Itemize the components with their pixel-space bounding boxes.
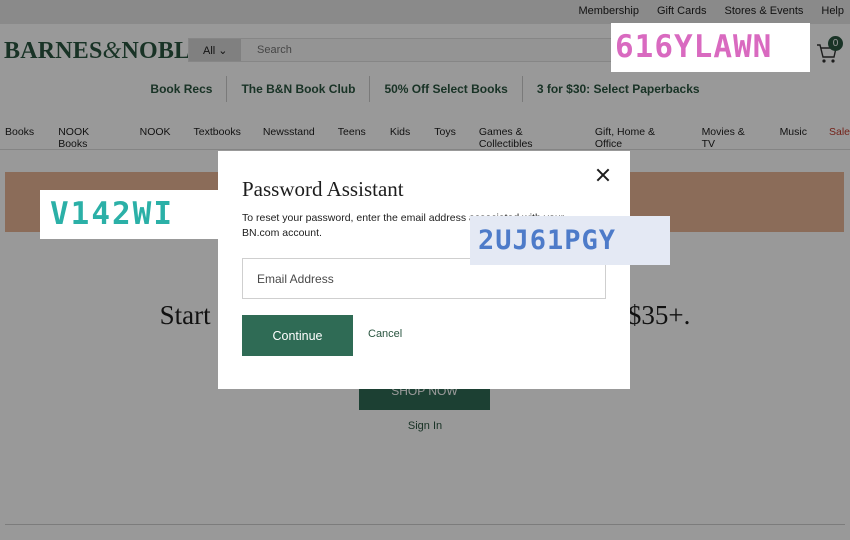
close-icon[interactable]: [594, 166, 612, 184]
captcha-image-top-right: 616YLAWN: [611, 23, 810, 72]
continue-button[interactable]: Continue: [242, 315, 353, 356]
dialog-title: Password Assistant: [242, 177, 404, 201]
cancel-link[interactable]: Cancel: [368, 328, 402, 340]
captcha-image-left: V142WI: [40, 190, 240, 239]
captcha-image-center: 2UJ61PGY: [470, 216, 670, 265]
password-assistant-dialog: Password Assistant To reset your passwor…: [218, 151, 630, 389]
